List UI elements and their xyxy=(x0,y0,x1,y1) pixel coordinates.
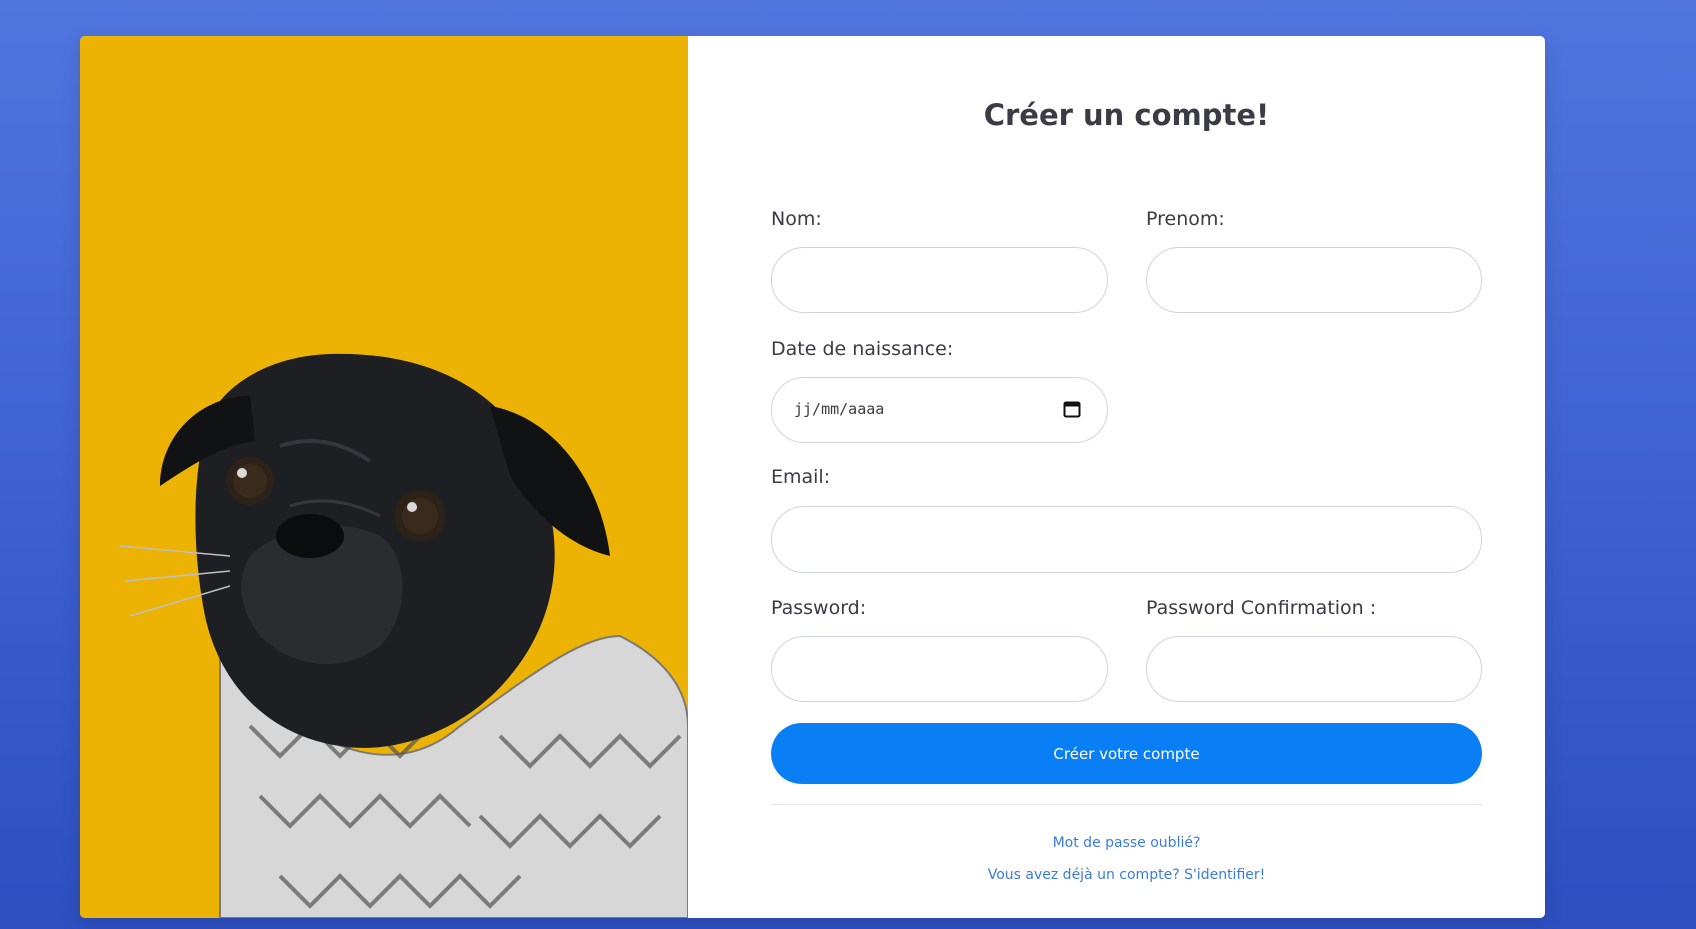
nom-input[interactable] xyxy=(771,247,1108,313)
password-confirm-input[interactable] xyxy=(1146,636,1482,702)
register-form: Créer un compte! Nom: Prenom: Date de na… xyxy=(771,36,1482,918)
prenom-input[interactable] xyxy=(1146,247,1482,313)
divider xyxy=(771,804,1482,805)
forgot-password-link[interactable]: Mot de passe oublié? xyxy=(771,835,1482,851)
login-link[interactable]: Vous avez déjà un compte? S'identifier! xyxy=(771,867,1482,883)
prenom-label: Prenom: xyxy=(1146,208,1225,230)
calendar-icon[interactable] xyxy=(1063,400,1081,418)
birthdate-placeholder: jj/mm/aaaa xyxy=(794,400,885,418)
birthdate-label: Date de naissance: xyxy=(771,338,954,360)
pug-illustration xyxy=(119,353,688,918)
password-label: Password: xyxy=(771,597,867,619)
nom-label: Nom: xyxy=(771,208,822,230)
create-account-button[interactable]: Créer votre compte xyxy=(771,723,1482,784)
page-background: Créer un compte! Nom: Prenom: Date de na… xyxy=(0,0,1696,929)
pug-photo xyxy=(80,36,688,918)
email-input[interactable] xyxy=(771,506,1482,573)
page-title: Créer un compte! xyxy=(983,98,1270,132)
email-label: Email: xyxy=(771,466,831,488)
birthdate-input[interactable]: jj/mm/aaaa xyxy=(771,377,1108,443)
register-card: Créer un compte! Nom: Prenom: Date de na… xyxy=(80,36,1545,918)
password-input[interactable] xyxy=(771,636,1108,702)
password-confirm-label: Password Confirmation : xyxy=(1146,597,1377,619)
